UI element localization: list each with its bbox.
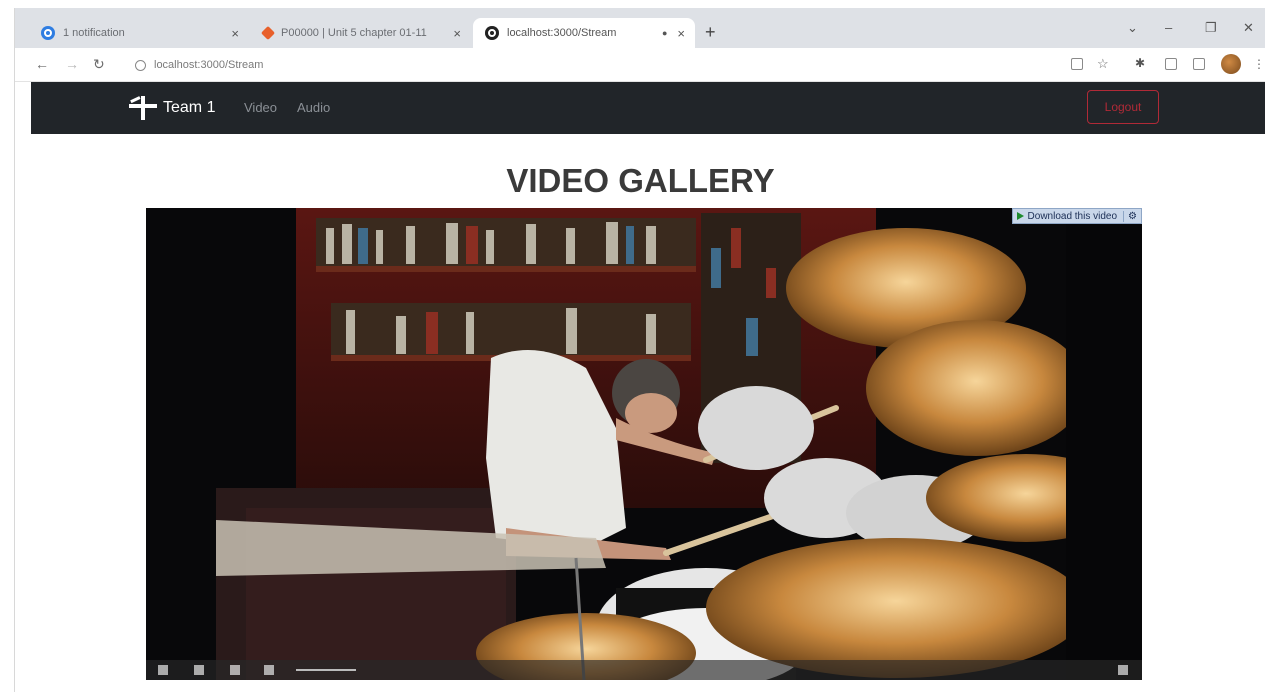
page-title: VIDEO GALLERY: [506, 162, 775, 199]
profile-avatar[interactable]: [1221, 54, 1241, 74]
tab-search-icon[interactable]: ⌄: [1127, 20, 1138, 36]
captions-icon[interactable]: [264, 665, 274, 675]
tab-strip: 1 notification × P00000 | Unit 5 chapter…: [15, 8, 1265, 48]
new-tab-button[interactable]: +: [705, 22, 716, 43]
notification-favicon-icon: [41, 26, 55, 40]
brand-link[interactable]: Team 1: [127, 94, 215, 122]
close-window-button[interactable]: ✕: [1243, 20, 1254, 36]
seek-bar[interactable]: [296, 669, 356, 671]
video-player[interactable]: Download this video ⚙: [146, 208, 1142, 680]
address-text: localhost:3000/Stream: [154, 59, 264, 71]
app-navbar: Team 1 Video Audio Logout: [31, 82, 1265, 134]
bookmark-star-icon[interactable]: ☆: [1097, 56, 1109, 72]
nav-link-audio[interactable]: Audio: [297, 100, 330, 115]
browser-window: 1 notification × P00000 | Unit 5 chapter…: [14, 8, 1265, 692]
reading-list-icon[interactable]: [1165, 58, 1177, 70]
menu-kebab-icon[interactable]: ⋮: [1253, 57, 1265, 71]
gitlab-favicon-icon: [260, 25, 276, 41]
maximize-button[interactable]: ❐: [1205, 20, 1217, 36]
close-tab-icon[interactable]: ×: [453, 26, 461, 41]
tab-title: P00000 | Unit 5 chapter 01-11: [281, 27, 427, 39]
tab-title: localhost:3000/Stream: [507, 27, 617, 39]
download-video-label: Download this video: [1027, 210, 1118, 222]
address-bar[interactable]: localhost:3000/Stream: [125, 54, 1055, 76]
browser-toolbar: ← → ↻ localhost:3000/Stream ☆ ✱ ⋮: [15, 48, 1265, 82]
video-controls: [146, 660, 1142, 680]
extensions-puzzle-icon[interactable]: ✱: [1135, 56, 1145, 70]
close-tab-icon[interactable]: ×: [231, 26, 239, 41]
side-panel-icon[interactable]: [1193, 58, 1205, 70]
video-frame: [146, 208, 1142, 680]
nav-link-video[interactable]: Video: [244, 100, 277, 115]
download-options-icon[interactable]: ⚙: [1123, 210, 1137, 222]
site-info-icon[interactable]: [135, 59, 146, 71]
play-icon: [1016, 212, 1024, 220]
back-arrow-icon[interactable]: ←: [35, 56, 49, 72]
skip-icon[interactable]: [230, 665, 240, 675]
minimize-button[interactable]: –: [1165, 20, 1172, 35]
tab-title: 1 notification: [63, 27, 125, 39]
close-tab-icon[interactable]: ×: [677, 26, 685, 41]
share-icon[interactable]: [1071, 58, 1083, 70]
site-favicon-icon: [485, 26, 499, 40]
download-video-bar[interactable]: Download this video ⚙: [1011, 208, 1142, 224]
reload-icon[interactable]: ↻: [93, 56, 105, 73]
fullscreen-icon[interactable]: [1118, 665, 1128, 675]
logout-button[interactable]: Logout: [1087, 90, 1159, 124]
forward-arrow-icon[interactable]: →: [65, 56, 79, 72]
tab-stream[interactable]: localhost:3000/Stream ● ×: [473, 18, 695, 48]
tab-course[interactable]: P00000 | Unit 5 chapter 01-11 ×: [251, 18, 471, 48]
brand-name: Team 1: [163, 99, 216, 116]
play-pause-icon[interactable]: [158, 665, 168, 675]
audio-playing-icon: ●: [661, 28, 668, 38]
volume-icon[interactable]: [194, 665, 204, 675]
tab-notifications[interactable]: 1 notification ×: [29, 18, 249, 48]
brand-logo-icon: [127, 94, 159, 122]
